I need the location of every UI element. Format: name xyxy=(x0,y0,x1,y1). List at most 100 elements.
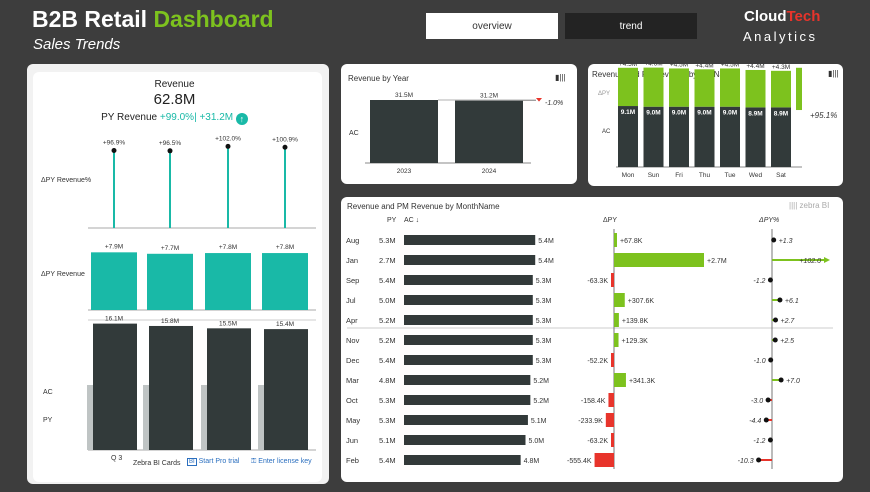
day-dpy-label: +4.3M xyxy=(772,64,790,71)
ac-bar xyxy=(93,323,137,450)
day-dpy-bar xyxy=(771,70,791,108)
month-pct-label: -4.4 xyxy=(749,418,761,425)
abs-delta-label: +7.7M xyxy=(161,245,179,252)
logo-analytics: Analytics xyxy=(743,29,818,44)
month-pct-label: +2.5 xyxy=(780,338,794,345)
start-trial-link[interactable]: BI Start Pro trial xyxy=(187,458,239,466)
nav-overview-button[interactable]: overview xyxy=(426,13,558,39)
day-total-delta-bar xyxy=(796,67,802,111)
month-dpy-bar xyxy=(614,233,617,247)
license-link[interactable]: ⚿ Enter license key xyxy=(251,458,312,466)
month-dpy-bar xyxy=(605,413,614,427)
day-dpy-label: +4.5M xyxy=(721,64,739,68)
logo-cloud: Cloud xyxy=(744,8,787,25)
month-pct-dot xyxy=(756,457,762,463)
year-axis-label: 2023 xyxy=(397,168,412,175)
year-value-label: 31.2M xyxy=(480,93,498,100)
month-ac-bar xyxy=(404,315,533,325)
month-dpy-label: +341.3K xyxy=(629,378,656,385)
month-pct-label: -1.2 xyxy=(753,438,765,445)
month-dpy-label: -52.2K xyxy=(587,358,608,365)
month-ac-bar xyxy=(404,415,528,425)
month-ac-label: 5.4M xyxy=(538,258,554,265)
month-dpy-bar xyxy=(614,373,626,387)
month-pct-label: +7.0 xyxy=(786,378,800,385)
month-dpy-label: +67.8K xyxy=(620,238,643,245)
pct-label: +96.5% xyxy=(159,140,181,147)
month-dpy-label: -555.4K xyxy=(567,458,592,465)
month-pct-dot xyxy=(773,317,779,323)
year-value-label: 31.5M xyxy=(395,92,413,99)
year-bar xyxy=(455,100,523,163)
month-ac-bar xyxy=(404,275,533,285)
dashboard-subtitle: Sales Trends xyxy=(33,36,121,53)
day-axis-label: Sun xyxy=(648,172,660,179)
dashboard-title: B2B Retail Dashboard xyxy=(32,6,274,33)
month-ac-label: 4.8M xyxy=(524,458,540,465)
month-pct-label: -1.2 xyxy=(753,278,765,285)
month-ac-label: 5.3M xyxy=(536,318,552,325)
day-axis-label: Tue xyxy=(725,172,736,179)
year-delta-label: -1.0% xyxy=(545,100,563,107)
day-dpy-label: +4.4M xyxy=(746,64,764,70)
ac-label: 16.1M xyxy=(105,316,123,323)
year-bar xyxy=(370,100,438,163)
ac-bar xyxy=(207,328,251,450)
month-ac-bar xyxy=(404,455,521,465)
month-ac-label: 5.3M xyxy=(536,338,552,345)
month-ac-label: 5.2M xyxy=(533,398,549,405)
month-dpy-bar xyxy=(608,393,614,407)
license-label: Enter license key xyxy=(258,458,312,465)
day-axis-label: Mon xyxy=(622,172,635,179)
month-dpy-label: +2.7M xyxy=(707,258,727,265)
month-pct-dot xyxy=(772,337,778,343)
day-ac-label: 9.1M xyxy=(621,109,635,116)
month-pct-label: -3.0 xyxy=(751,398,763,405)
abs-delta-bar xyxy=(205,253,251,310)
month-dpy-bar xyxy=(614,253,704,267)
month-ac-label: 5.3M xyxy=(536,298,552,305)
ac-label: 15.5M xyxy=(219,320,237,327)
pct-lollipop-dot xyxy=(111,147,117,153)
month-pct-dot xyxy=(777,297,783,303)
day-axis-label: Fri xyxy=(675,172,683,179)
month-dpy-bar xyxy=(614,293,625,307)
footer-period: Q 3 xyxy=(111,455,123,462)
revenue-by-monthname-card: Revenue and PM Revenue by MonthName ||||… xyxy=(341,197,843,482)
month-ac-bar xyxy=(404,295,533,305)
month-ac-bar xyxy=(404,395,531,405)
month-ac-bar xyxy=(404,355,533,365)
ac-bar xyxy=(149,325,193,450)
month-dpy-bar xyxy=(614,333,619,347)
title-main: B2B Retail xyxy=(32,6,148,32)
day-axis-label: Sat xyxy=(776,172,786,179)
month-ac-bar xyxy=(404,335,533,345)
month-ac-label: 5.3M xyxy=(536,358,552,365)
month-dpy-label: -233.9K xyxy=(578,418,603,425)
month-ac-bar xyxy=(404,255,536,265)
year-chart-svg: 31.5M 2023 31.2M 2024 -1.0% xyxy=(365,92,563,175)
month-pct-label: +2.7 xyxy=(781,318,796,325)
bi-icon: BI xyxy=(187,458,197,466)
day-dpy-label: +4.4M xyxy=(695,64,713,69)
day-chart-svg: 9.1M +4.5M Mon 9.0M +4.6M Sun 9.0M +4.5M Fri 9.0M… xyxy=(616,64,802,179)
month-pct-dot xyxy=(763,417,769,423)
day-dpy-bar xyxy=(669,68,689,107)
nav-trend-button[interactable]: trend xyxy=(565,13,697,39)
pct-label: +96.9% xyxy=(103,139,125,146)
pct-label: +102.0% xyxy=(215,135,241,142)
logo-tech: Tech xyxy=(786,8,821,25)
revenue-by-dayname-card: Revenue and PY Revenue by DayName ▮||| Δ… xyxy=(588,64,843,186)
month-dpy-label: +307.6K xyxy=(628,298,655,305)
pct-lollipop-dot xyxy=(282,144,288,150)
abs-delta-bar xyxy=(262,253,308,310)
ac-label: 15.4M xyxy=(276,321,294,328)
pct-lollipop-dot xyxy=(167,148,173,154)
month-pct-label: -1.0 xyxy=(754,358,766,365)
day-ac-label: 9.0M xyxy=(723,110,737,117)
start-trial-label: Start Pro trial xyxy=(198,458,240,465)
month-ac-bar xyxy=(404,235,536,245)
month-pct-dot xyxy=(767,277,773,283)
day-axis-label: Thu xyxy=(699,172,711,179)
month-pct-dot xyxy=(771,237,777,243)
